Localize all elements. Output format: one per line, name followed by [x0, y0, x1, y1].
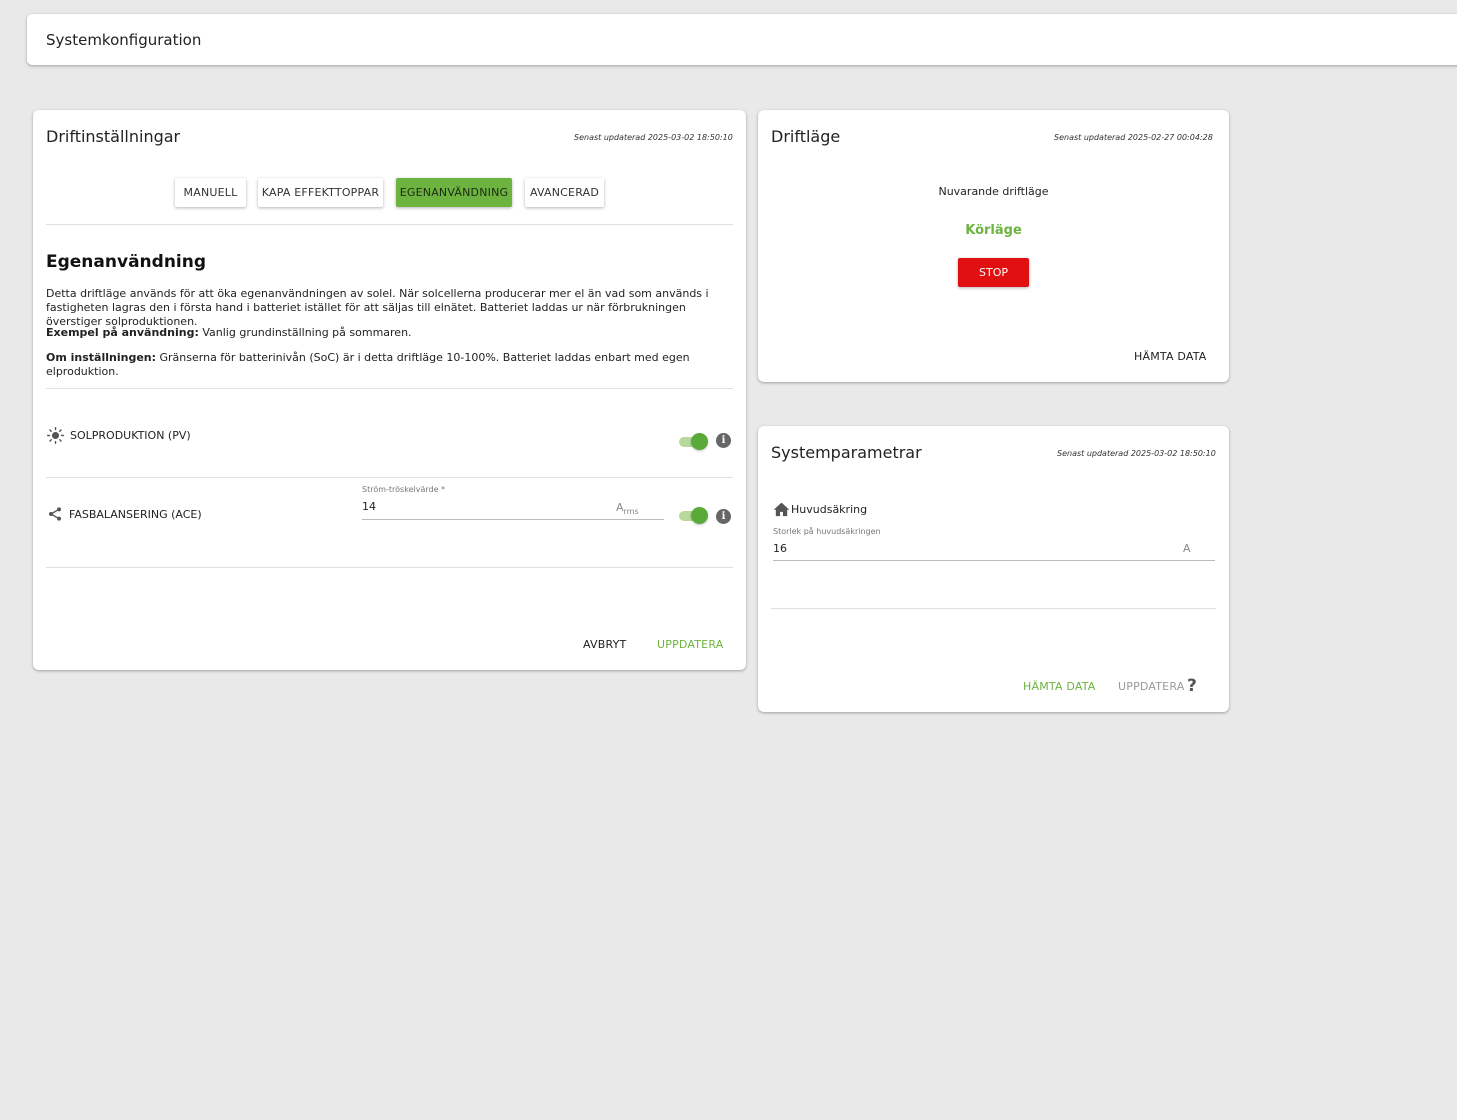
mode-about-label: Om inställningen:	[46, 351, 157, 364]
sun-icon	[47, 427, 64, 444]
current-mode-value: Körläge	[965, 223, 1022, 238]
page-title: Systemkonfiguration	[46, 31, 202, 49]
update-button[interactable]: UPPDATERA	[657, 638, 723, 651]
drift-mode-card	[758, 110, 1229, 382]
home-icon	[773, 502, 790, 517]
mode-section-title: Egenanvändning	[46, 252, 207, 272]
main-fuse-size-label: Storlek på huvudsäkringen	[773, 527, 881, 536]
current-mode-label: Nuvarande driftläge	[938, 185, 1049, 198]
current-threshold-unit: Arms	[616, 501, 639, 516]
current-threshold-underline	[362, 519, 664, 520]
system-fetch-data-button[interactable]: HÄMTA DATA	[1023, 680, 1096, 693]
ace-toggle[interactable]	[678, 506, 708, 524]
divider	[46, 477, 733, 478]
current-threshold-label: Ström-tröskelvärde *	[362, 485, 446, 494]
fetch-data-button[interactable]: HÄMTA DATA	[1134, 350, 1207, 363]
drift-mode-updated: Senast updaterad 2025-02-27 00:04:28	[1054, 133, 1213, 142]
pv-info-icon[interactable]: i	[716, 433, 731, 448]
drift-settings-updated: Senast updaterad 2025-03-02 18:50:10	[574, 133, 733, 142]
share-icon	[49, 507, 61, 521]
main-fuse-size-unit: A	[1183, 542, 1191, 555]
main-fuse-size-underline	[773, 560, 1215, 561]
mode-about: Om inställningen: Gränserna för batterin…	[46, 351, 736, 379]
stop-button[interactable]: STOP	[958, 258, 1029, 287]
pv-label: SOLPRODUKTION (PV)	[70, 429, 191, 442]
divider	[771, 608, 1216, 609]
current-threshold-unit-sub: rms	[623, 507, 639, 517]
divider	[46, 388, 733, 389]
top-bar: Systemkonfiguration	[27, 14, 1457, 65]
pv-row-label: SOLPRODUKTION (PV)	[47, 427, 191, 444]
cancel-button[interactable]: AVBRYT	[583, 638, 626, 651]
system-params-card	[758, 426, 1229, 712]
ace-row-label: FASBALANSERING (ACE)	[47, 506, 202, 522]
ace-label: FASBALANSERING (ACE)	[69, 507, 202, 521]
pv-toggle-knob	[691, 433, 708, 450]
divider	[46, 224, 733, 225]
main-fuse-size-input[interactable]	[773, 540, 1153, 556]
main-fuse-label: Huvudsäkring	[791, 502, 868, 516]
mode-example: Exempel på användning: Vanlig grundinstä…	[46, 326, 736, 340]
system-update-button[interactable]: UPPDATERA	[1118, 680, 1184, 693]
help-icon[interactable]: ?	[1187, 676, 1197, 696]
current-threshold-input[interactable]	[362, 498, 602, 514]
mode-button-manuell[interactable]: MANUELL	[175, 178, 246, 207]
divider	[46, 567, 733, 568]
mode-button-avancerad[interactable]: AVANCERAD	[525, 178, 604, 207]
drift-settings-card	[33, 110, 746, 670]
mode-button-egenanvandning[interactable]: EGENANVÄNDNING	[396, 178, 512, 207]
main-fuse-size-field: Storlek på huvudsäkringen A	[773, 527, 1215, 563]
system-params-updated: Senast updaterad 2025-03-02 18:50:10	[1057, 449, 1216, 458]
drift-settings-title: Driftinställningar	[46, 127, 181, 146]
mode-button-kapa-effekttoppar[interactable]: KAPA EFFEKTTOPPAR	[258, 178, 383, 207]
ace-toggle-knob	[691, 507, 708, 524]
current-threshold-unit-main: A	[616, 501, 624, 514]
mode-example-text: Vanlig grundinställning på sommaren.	[202, 326, 412, 339]
drift-mode-title: Driftläge	[771, 127, 841, 146]
mode-description: Detta driftläge används för att öka egen…	[46, 287, 709, 328]
main-fuse-row-label: Huvudsäkring	[773, 501, 867, 517]
ace-info-icon[interactable]: i	[716, 509, 731, 524]
mode-example-label: Exempel på användning:	[46, 326, 199, 339]
current-threshold-field: Ström-tröskelvärde * Arms	[362, 485, 664, 521]
system-params-title: Systemparametrar	[771, 443, 922, 462]
pv-toggle[interactable]	[678, 432, 708, 450]
